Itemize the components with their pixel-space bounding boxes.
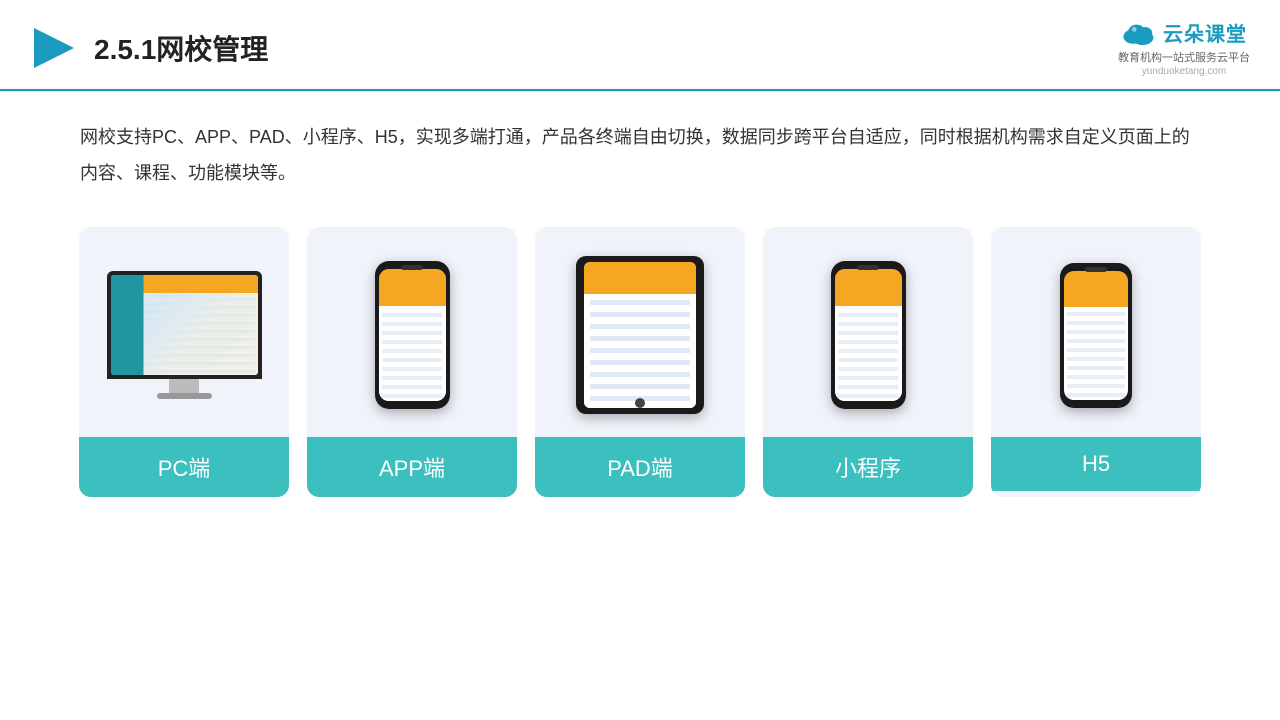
pc-base xyxy=(157,393,212,399)
card-h5: H5 xyxy=(991,227,1201,497)
phone-screen-content-miniapp xyxy=(835,269,902,401)
card-h5-image xyxy=(991,227,1201,437)
card-miniapp-image xyxy=(763,227,973,437)
device-phone-h5 xyxy=(1060,263,1132,408)
page-title: 2.5.1网校管理 xyxy=(94,28,268,68)
card-miniapp: 小程序 xyxy=(763,227,973,497)
card-pc-image xyxy=(79,227,289,437)
phone-notch-miniapp xyxy=(857,265,879,270)
logo-text: 云朵课堂 xyxy=(1163,18,1247,47)
device-phone-app xyxy=(375,261,450,409)
tablet-outer xyxy=(576,256,704,414)
phone-outer-app xyxy=(375,261,450,409)
play-icon xyxy=(30,24,78,72)
card-pc-label: PC端 xyxy=(79,437,289,497)
cloud-icon xyxy=(1121,19,1157,47)
card-pc: PC端 xyxy=(79,227,289,497)
header-left: 2.5.1网校管理 xyxy=(30,24,268,72)
device-tablet xyxy=(576,256,704,414)
card-pad: PAD端 xyxy=(535,227,745,497)
phone-notch-app xyxy=(401,265,423,270)
phone-screen-miniapp xyxy=(835,269,902,401)
logo-url: yunduoketang.com xyxy=(1142,66,1227,77)
phone-outer-miniapp xyxy=(831,261,906,409)
logo-cloud: 云朵课堂 xyxy=(1121,18,1247,47)
tablet-screen-content xyxy=(584,262,696,408)
logo-area: 云朵课堂 教育机构一站式服务云平台 yunduoketang.com xyxy=(1118,18,1250,77)
card-app-image xyxy=(307,227,517,437)
card-pad-label: PAD端 xyxy=(535,437,745,497)
description: 网校支持PC、APP、PAD、小程序、H5，实现多端打通，产品各终端自由切换，数… xyxy=(0,91,1280,191)
logo-tagline: 教育机构一站式服务云平台 xyxy=(1118,49,1250,65)
pc-screen-content xyxy=(111,275,258,375)
device-phone-miniapp xyxy=(831,261,906,409)
card-miniapp-label: 小程序 xyxy=(763,437,973,497)
pc-stand xyxy=(169,379,199,393)
cards-container: PC端 APP端 xyxy=(0,191,1280,497)
device-pc xyxy=(107,271,262,399)
phone-screen-h5-content xyxy=(1064,271,1128,400)
phone-screen-content-app xyxy=(379,269,446,401)
card-app-label: APP端 xyxy=(307,437,517,497)
pc-screen-outer xyxy=(107,271,262,379)
card-app: APP端 xyxy=(307,227,517,497)
header: 2.5.1网校管理 云朵课堂 教育机构一站式服务云平台 yunduoketang… xyxy=(0,0,1280,91)
phone-notch-h5 xyxy=(1085,267,1107,272)
card-pad-image xyxy=(535,227,745,437)
pc-screen-inner xyxy=(111,275,258,375)
tablet-screen xyxy=(584,262,696,408)
card-h5-label: H5 xyxy=(991,437,1201,491)
phone-outer-h5 xyxy=(1060,263,1132,408)
phone-screen-app xyxy=(379,269,446,401)
description-text: 网校支持PC、APP、PAD、小程序、H5，实现多端打通，产品各终端自由切换，数… xyxy=(80,119,1200,191)
phone-screen-h5 xyxy=(1064,271,1128,400)
tablet-home-button xyxy=(635,398,645,408)
